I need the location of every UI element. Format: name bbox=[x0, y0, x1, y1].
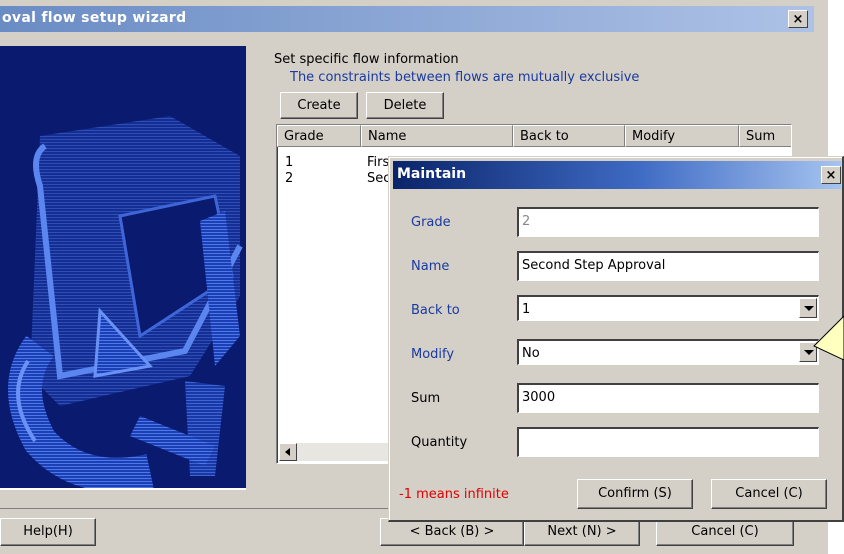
row-grade: 1 bbox=[285, 155, 294, 170]
row-name: Firs bbox=[367, 155, 390, 170]
back-to-label: Back to bbox=[411, 303, 460, 318]
table-row[interactable]: 2 Sec bbox=[285, 171, 390, 186]
quantity-field[interactable] bbox=[517, 427, 819, 457]
illustration-divider bbox=[0, 488, 246, 490]
wizard-illustration bbox=[0, 46, 246, 492]
callout-pointer-icon bbox=[813, 316, 844, 360]
help-button[interactable]: Help(H) bbox=[0, 518, 96, 546]
maintain-titlebar: Maintain × bbox=[393, 161, 841, 189]
infinite-hint: -1 means infinite bbox=[399, 487, 509, 502]
back-to-value: 1 bbox=[522, 302, 531, 317]
wizard-cancel-button[interactable]: Cancel (C) bbox=[656, 518, 794, 546]
table-row[interactable]: 1 Firs bbox=[285, 155, 389, 170]
wizard-titlebar: oval flow setup wizard × bbox=[0, 6, 814, 32]
wizard-subheading: The constraints between flows are mutual… bbox=[290, 70, 640, 85]
create-button[interactable]: Create bbox=[280, 92, 358, 119]
maintain-title: Maintain bbox=[397, 166, 467, 182]
modify-value: No bbox=[522, 346, 540, 361]
name-label: Name bbox=[411, 259, 450, 274]
column-header-name[interactable]: Name bbox=[361, 125, 513, 147]
grade-label: Grade bbox=[411, 215, 451, 230]
flow-list-header: Grade Name Back to Modify Sum bbox=[277, 125, 791, 149]
maintain-close-button[interactable]: × bbox=[821, 166, 841, 184]
row-grade: 2 bbox=[285, 171, 294, 186]
name-field[interactable]: Second Step Approval bbox=[517, 251, 819, 281]
column-header-grade[interactable]: Grade bbox=[277, 125, 361, 147]
grade-field[interactable]: 2 bbox=[517, 207, 819, 237]
scroll-left-button[interactable] bbox=[279, 443, 297, 461]
delete-button[interactable]: Delete bbox=[366, 92, 444, 119]
row-name: Sec bbox=[367, 171, 391, 186]
column-header-back-to[interactable]: Back to bbox=[513, 125, 625, 147]
modify-label: Modify bbox=[411, 347, 455, 362]
dialog-cancel-button[interactable]: Cancel (C) bbox=[711, 479, 827, 509]
chevron-left-icon bbox=[285, 448, 290, 456]
approval-flow-illustration-icon bbox=[0, 46, 246, 492]
maintain-dialog: Maintain × Grade 2 Name Second Step Appr… bbox=[388, 156, 844, 522]
wizard-close-button[interactable]: × bbox=[788, 10, 808, 28]
column-header-modify[interactable]: Modify bbox=[625, 125, 739, 147]
confirm-button[interactable]: Confirm (S) bbox=[577, 479, 693, 509]
sum-field[interactable]: 3000 bbox=[517, 383, 819, 413]
sum-label: Sum bbox=[411, 391, 441, 406]
wizard-title: oval flow setup wizard bbox=[2, 10, 187, 26]
chevron-down-icon[interactable] bbox=[799, 298, 817, 318]
wizard-heading: Set specific flow information bbox=[274, 52, 459, 67]
modify-select[interactable]: No bbox=[517, 339, 819, 365]
back-button[interactable]: < Back (B) > bbox=[380, 518, 524, 546]
quantity-label: Quantity bbox=[411, 435, 468, 450]
column-header-sum[interactable]: Sum bbox=[739, 125, 791, 147]
next-button[interactable]: Next (N) > bbox=[524, 518, 640, 546]
back-to-select[interactable]: 1 bbox=[517, 295, 819, 321]
